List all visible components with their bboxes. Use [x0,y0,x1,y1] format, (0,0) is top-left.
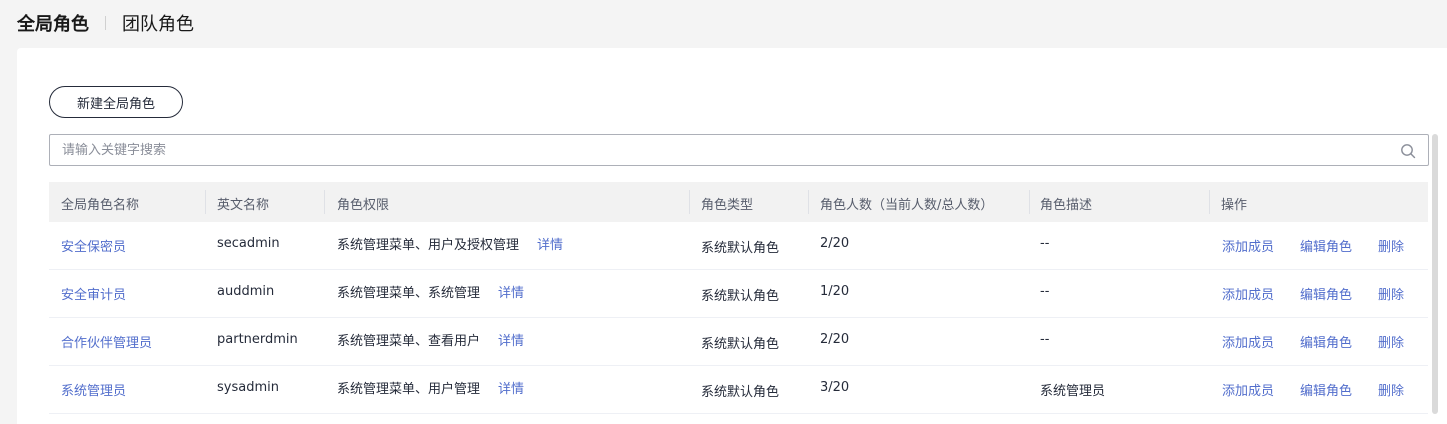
top-tabs: 全局角色 团队角色 [0,0,1447,46]
role-type: 系统默认角色 [701,289,780,304]
column-divider [689,190,690,214]
role-description: -- [1040,236,1050,251]
delete-role-link[interactable]: 删除 [1378,284,1404,303]
col-header-perm: 角色权限 [337,198,390,213]
role-description: 系统管理员 [1040,384,1106,399]
role-permissions: 系统管理菜单、系统管理 详情 [337,282,524,301]
permission-detail-link[interactable]: 详情 [498,382,524,397]
role-type: 系统默认角色 [701,385,780,400]
role-english-name: secadmin [217,236,280,251]
tab-team-roles[interactable]: 团队角色 [122,10,194,36]
role-description: -- [1040,332,1050,347]
roles-table: 全局角色名称 英文名称 角色权限 角色类型 角色人数（当前人数/总人数） 角色描… [49,182,1428,414]
table-row: 系统管理员 sysadmin 系统管理菜单、用户管理 详情 系统默认角色 3/20… [49,366,1428,414]
main-card: 新建全局角色 全局角色名称 英文名称 角色权限 角色类型 角色人数（当前人数/总… [17,48,1447,424]
col-header-desc: 角色描述 [1040,198,1093,213]
role-name-link[interactable]: 安全保密员 [61,236,126,255]
col-header-en: 英文名称 [217,198,270,213]
table-row: 合作伙伴管理员 partnerdmin 系统管理菜单、查看用户 详情 系统默认角色… [49,318,1428,366]
add-member-link[interactable]: 添加成员 [1222,284,1274,303]
permission-detail-link[interactable]: 详情 [498,334,524,349]
vertical-scrollbar[interactable] [1432,134,1438,414]
permission-text: 系统管理菜单、查看用户 [337,334,481,349]
role-permissions: 系统管理菜单、用户及授权管理 详情 [337,234,563,253]
role-name-link[interactable]: 系统管理员 [61,380,126,399]
search-box [49,134,1429,166]
permission-text: 系统管理菜单、系统管理 [337,286,481,301]
column-divider [808,190,809,214]
add-member-link[interactable]: 添加成员 [1222,380,1274,399]
permission-text: 系统管理菜单、用户管理 [337,382,481,397]
edit-role-link[interactable]: 编辑角色 [1300,236,1352,255]
column-divider [324,190,325,214]
edit-role-link[interactable]: 编辑角色 [1300,332,1352,351]
column-divider [205,190,206,214]
add-member-link[interactable]: 添加成员 [1222,332,1274,351]
col-header-name: 全局角色名称 [61,198,140,213]
role-english-name: auddmin [217,284,275,299]
role-name-link[interactable]: 合作伙伴管理员 [61,332,152,351]
role-permissions: 系统管理菜单、查看用户 详情 [337,330,524,349]
delete-role-link[interactable]: 删除 [1378,332,1404,351]
delete-role-link[interactable]: 删除 [1378,236,1404,255]
role-count: 2/20 [820,332,850,347]
table-row: 安全保密员 secadmin 系统管理菜单、用户及授权管理 详情 系统默认角色 2… [49,222,1428,270]
edit-role-link[interactable]: 编辑角色 [1300,284,1352,303]
role-english-name: partnerdmin [217,332,298,347]
role-permissions: 系统管理菜单、用户管理 详情 [337,378,524,397]
delete-role-link[interactable]: 删除 [1378,380,1404,399]
col-header-actions: 操作 [1221,198,1248,213]
role-type: 系统默认角色 [701,337,780,352]
col-header-type: 角色类型 [701,198,754,213]
new-global-role-button[interactable]: 新建全局角色 [49,86,183,118]
permission-detail-link[interactable]: 详情 [537,238,563,253]
role-count: 3/20 [820,380,850,395]
role-english-name: sysadmin [217,380,279,395]
tab-divider [105,16,106,30]
edit-role-link[interactable]: 编辑角色 [1300,380,1352,399]
search-input[interactable] [50,135,1428,165]
add-member-link[interactable]: 添加成员 [1222,236,1274,255]
column-divider [1209,190,1210,214]
role-type: 系统默认角色 [701,241,780,256]
permission-detail-link[interactable]: 详情 [498,286,524,301]
col-header-count: 角色人数（当前人数/总人数） [820,198,994,213]
permission-text: 系统管理菜单、用户及授权管理 [337,238,520,253]
tab-global-roles[interactable]: 全局角色 [17,10,89,36]
search-icon[interactable] [1400,143,1416,159]
table-header: 全局角色名称 英文名称 角色权限 角色类型 角色人数（当前人数/总人数） 角色描… [49,182,1428,222]
table-row: 安全审计员 auddmin 系统管理菜单、系统管理 详情 系统默认角色 1/20 … [49,270,1428,318]
column-divider [1029,190,1030,214]
role-name-link[interactable]: 安全审计员 [61,284,126,303]
role-description: -- [1040,284,1050,299]
role-count: 2/20 [820,236,850,251]
role-count: 1/20 [820,284,850,299]
